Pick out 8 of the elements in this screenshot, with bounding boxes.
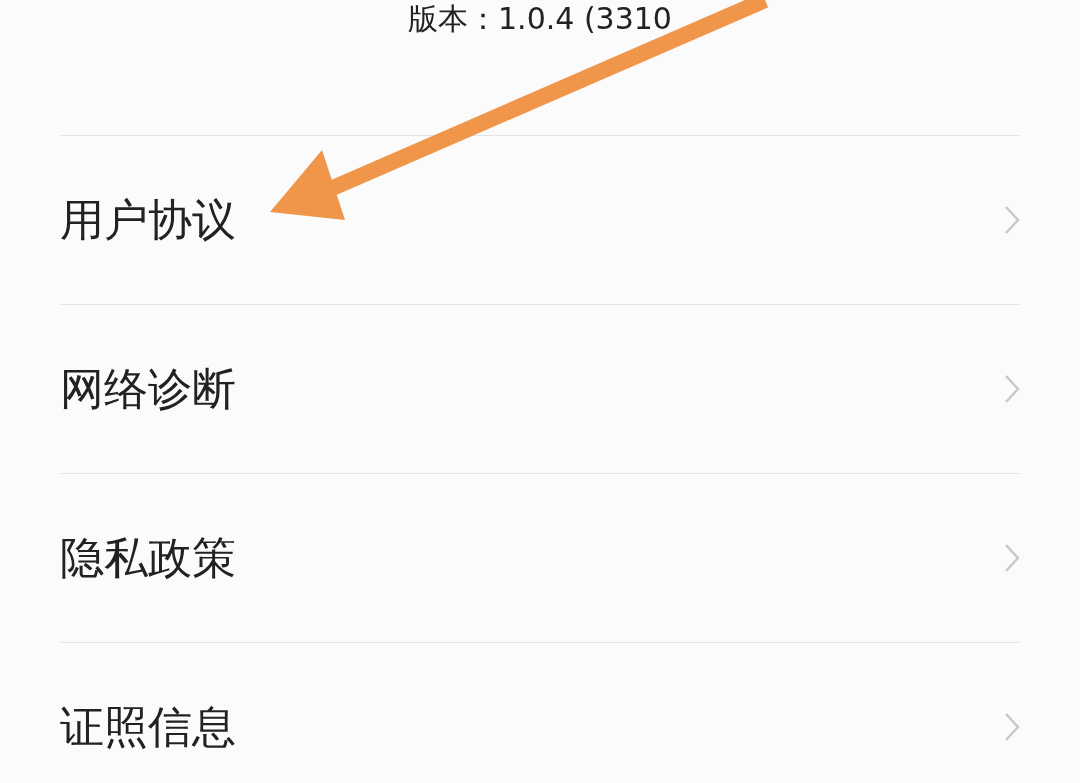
chevron-icon — [1004, 374, 1020, 404]
version-text: 版本：1.0.4 (3310 — [408, 2, 672, 35]
chevron-icon — [1004, 205, 1020, 235]
chevron-icon — [1004, 543, 1020, 573]
chevron-icon — [1004, 712, 1020, 742]
menu-item[interactable]: 证照信息 — [60, 642, 1020, 783]
menu-item[interactable]: 隐私政策 — [60, 473, 1020, 642]
menu-item[interactable]: 网络诊断 — [60, 304, 1020, 473]
